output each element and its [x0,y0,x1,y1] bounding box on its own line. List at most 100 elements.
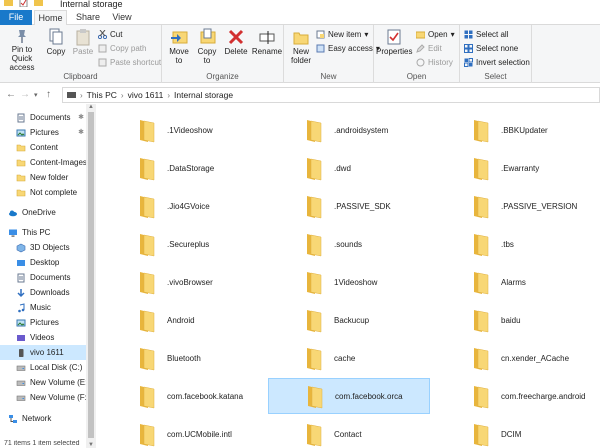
new-folder-button[interactable]: New folder [287,28,315,65]
history-button[interactable]: History [416,58,453,67]
copy-icon [49,28,63,45]
folder-item[interactable]: com.facebook.katana [101,378,263,414]
select-all-button[interactable]: Select all [464,30,508,39]
paste-button[interactable]: Paste [70,28,96,56]
delete-button[interactable]: Delete [222,28,250,56]
pin-icon: ✱ [78,114,84,121]
nav-scrollbar-thumb[interactable] [88,112,94,438]
forward-arrow-icon[interactable]: → [20,89,30,100]
move-to-button[interactable]: Move to [165,28,193,65]
scroll-up-icon[interactable]: ▲ [88,104,94,110]
nav-item-pictures[interactable]: Pictures [0,315,86,330]
folder-item[interactable]: .tbs [435,226,597,262]
folder-name: .BBKUpdater [501,125,548,135]
properties-button[interactable]: Properties [376,28,412,56]
folder-icon [474,386,489,409]
invert-selection-button[interactable]: Invert selection [464,58,530,67]
nav-scrollbar[interactable]: ▲ ▼ [86,104,96,448]
open-button[interactable]: Open ▾ [416,30,455,39]
folder-item[interactable]: .BBKUpdater [435,112,597,148]
folder-icon [140,120,155,143]
copy-button[interactable]: Copy [44,28,68,56]
nav-item-pictures[interactable]: Pictures ✱ [0,125,86,140]
tab-file[interactable]: File [0,10,32,25]
folder-item[interactable]: baidu [435,302,597,338]
nav-item-documents[interactable]: Documents ✱ [0,110,86,125]
select-none-label: Select none [476,44,519,53]
up-arrow-icon[interactable]: ↑ [46,89,51,100]
folder-item[interactable]: cn.xender_ACache [435,340,597,376]
nav-item-not-complete[interactable]: Not complete [0,185,86,200]
nav-item-onedrive[interactable]: OneDrive [0,205,86,220]
folder-item[interactable]: cache [268,340,430,376]
folder-item[interactable]: .Jio4GVoice [101,188,263,224]
folder-icon [307,158,322,181]
folder-item[interactable]: Android [101,302,263,338]
select-none-button[interactable]: Select none [464,44,518,53]
paste-shortcut-button[interactable]: Paste shortcut [98,58,161,67]
folder-item[interactable]: com.facebook.orca [268,378,430,414]
folder-item[interactable]: com.UCMobile.intl [101,416,263,448]
folder-item[interactable]: 1Videoshow [268,264,430,300]
folder-icon [474,424,489,447]
cut-button[interactable]: Cut [98,30,122,39]
pin-to-quick-access-button[interactable]: Pin to Quick access [1,28,43,72]
folder-item[interactable]: Contact [268,416,430,448]
paste-shortcut-icon [98,58,107,67]
nav-item-downloads[interactable]: Downloads [0,285,86,300]
edit-button[interactable]: Edit [416,44,442,53]
nav-item-vivo-1611[interactable]: vivo 1611 [0,345,86,360]
tab-view[interactable]: View [108,10,136,25]
folder-item[interactable]: .androidsystem [268,112,430,148]
folder-name: Backucup [334,315,370,325]
folder-item[interactable]: .Secureplus [101,226,263,262]
new-item-button[interactable]: New item ▾ [316,30,368,39]
nav-item-documents[interactable]: Documents [0,270,86,285]
nav-item-new-volume-e[interactable]: New Volume (E:) [0,375,90,390]
nav-item-videos[interactable]: Videos [0,330,86,345]
copy-to-label: Copy to [197,47,217,65]
folder-name: com.facebook.katana [167,391,244,401]
ribbon-tabs: File Home Share View [0,10,600,26]
tab-share[interactable]: Share [74,10,102,25]
folder-item[interactable]: DCIM [435,416,597,448]
folder-item[interactable]: .PASSIVE_SDK [268,188,430,224]
easy-access-button[interactable]: Easy access ▾ [316,44,380,53]
nav-item-network[interactable]: Network [0,411,86,426]
folder-name: Alarms [501,277,526,287]
nav-item-music[interactable]: Music [0,300,86,315]
properties-icon[interactable] [19,0,28,8]
recent-locations-chevron-icon[interactable]: ▾ [34,91,38,99]
nav-item-local-disk-c[interactable]: Local Disk (C:) [0,360,86,375]
folder-item[interactable]: .DataStorage [101,150,263,186]
back-arrow-icon[interactable]: ← [6,89,16,100]
folder-item[interactable]: Backucup [268,302,430,338]
nav-item-content[interactable]: Content [0,140,86,155]
folder-item[interactable]: .vivoBrowser [101,264,263,300]
nav-item-3d-objects[interactable]: 3D Objects [0,240,86,255]
folder-item[interactable]: .dwd [268,150,430,186]
tab-home[interactable]: Home [34,10,67,26]
breadcrumb-vivo-1611[interactable]: vivo 1611 [128,90,164,100]
folder-item[interactable]: com.freecharge.android [435,378,597,414]
nav-item-this-pc[interactable]: This PC [0,225,86,240]
folder-item[interactable]: .1Videoshow [101,112,263,148]
nav-item-content-images[interactable]: Content-Images [0,155,87,170]
address-bar[interactable]: › This PC › vivo 1611 › Internal storage [62,87,600,103]
breadcrumb-internal-storage[interactable]: Internal storage [174,90,233,100]
folder-icon [140,196,155,219]
copy-path-button[interactable]: Copy path [98,44,146,53]
breadcrumb-this-pc[interactable]: This PC [87,90,117,100]
folder-item[interactable]: Bluetooth [101,340,263,376]
easy-access-icon [316,44,325,53]
nav-item-new-volume-f[interactable]: New Volume (F:) [0,390,90,405]
folder-item[interactable]: Alarms [435,264,597,300]
copy-to-button[interactable]: Copy to [194,28,220,65]
nav-item-new-folder[interactable]: New folder [0,170,86,185]
rename-button[interactable]: Rename [251,28,283,56]
folder-item[interactable]: .sounds [268,226,430,262]
new-folder-icon[interactable] [34,0,43,7]
folder-item[interactable]: .PASSIVE_VERSION [435,188,597,224]
folder-item[interactable]: .Ewarranty [435,150,597,186]
nav-item-desktop[interactable]: Desktop [0,255,86,270]
